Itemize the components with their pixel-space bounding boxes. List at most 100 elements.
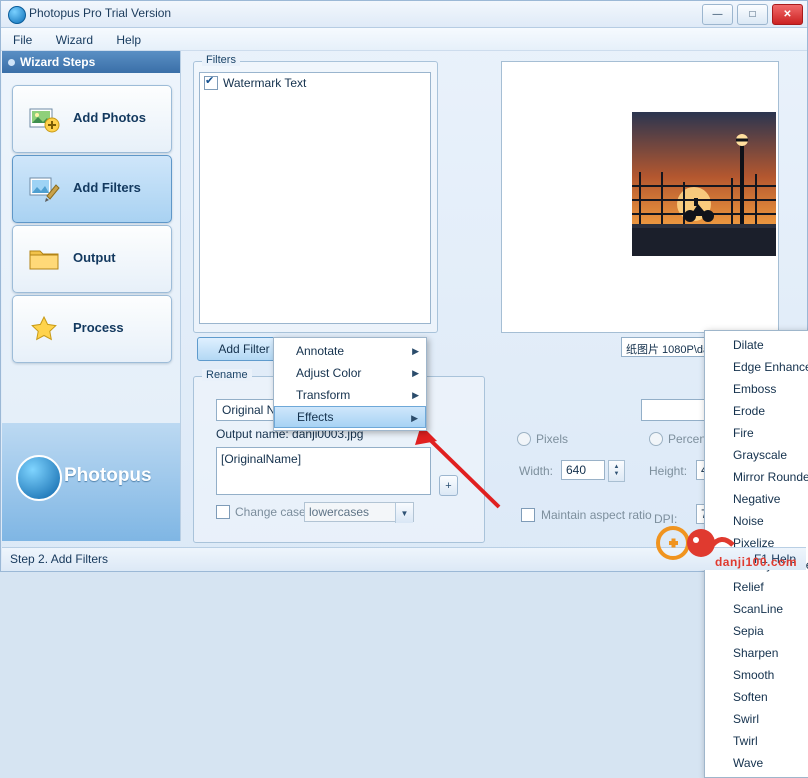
effects-item-edge-enhance[interactable]: Edge Enhance — [705, 356, 808, 378]
preview-panel — [501, 61, 779, 333]
menu-item-file[interactable]: File — [7, 31, 38, 49]
status-step-text: Step 2. Add Filters — [10, 552, 109, 566]
app-logo: Photopus — [2, 423, 180, 541]
effects-item-label: Relief — [733, 580, 764, 594]
effects-item-twirl[interactable]: Twirl — [705, 730, 808, 752]
sidebar-item-add-photos[interactable]: Add Photos — [12, 85, 172, 153]
effects-item-smooth[interactable]: Smooth — [705, 664, 808, 686]
context-item-label: Transform — [296, 388, 351, 402]
output-path-value: 纸图片 1080P\dan — [626, 344, 716, 356]
chevron-right-icon: ▶ — [412, 390, 419, 400]
menu-item-wizard[interactable]: Wizard — [50, 31, 99, 49]
context-item-transform[interactable]: Transform ▶ — [274, 384, 426, 406]
menu-item-help[interactable]: Help — [110, 31, 147, 49]
effects-item-scanline[interactable]: ScanLine — [705, 598, 808, 620]
effects-item-relief[interactable]: Relief — [705, 576, 808, 598]
chevron-right-icon: ▶ — [411, 413, 418, 423]
rename-pattern-input[interactable]: [OriginalName] — [216, 447, 431, 495]
effects-item-wave[interactable]: Wave ▶ — [705, 752, 808, 774]
effects-item-label: Erode — [733, 404, 766, 418]
folder-icon — [29, 250, 59, 270]
chevron-down-icon-cases[interactable]: ▼ — [395, 503, 413, 523]
rename-add-token-button[interactable]: + — [439, 475, 458, 496]
change-cases-checkbox-box — [216, 505, 230, 519]
width-input[interactable]: 640 — [561, 460, 605, 480]
chevron-right-icon: ▶ — [412, 368, 419, 378]
maintain-aspect-ratio-checkbox[interactable]: Maintain aspect ratio — [521, 508, 652, 522]
list-item[interactable]: Watermark Text — [200, 73, 430, 93]
close-button[interactable]: ✕ — [772, 4, 803, 25]
effects-item-label: Swirl — [733, 712, 759, 726]
effects-item-label: Fire — [733, 426, 754, 440]
context-item-label: Annotate — [296, 344, 345, 358]
wizard-header: Wizard Steps — [2, 51, 180, 73]
logo-text: Photopus — [64, 465, 152, 486]
window-buttons: — □ ✕ — [702, 4, 803, 25]
effects-item-label: Twirl — [733, 734, 758, 748]
logo-circle-icon — [16, 455, 62, 501]
sidebar-label-add-filters: Add Filters — [73, 180, 141, 195]
effects-item-label: Grayscale — [733, 448, 788, 462]
effects-item-soften[interactable]: Soften — [705, 686, 808, 708]
filters-legend: Filters — [202, 54, 240, 66]
effects-item-label: Negative — [733, 492, 781, 506]
effects-item-label: Dilate — [733, 338, 764, 352]
context-item-annotate[interactable]: Annotate ▶ — [274, 340, 426, 362]
change-cases-combo[interactable]: lowercases ▼ — [304, 502, 414, 523]
effects-item-label: Soften — [733, 690, 768, 704]
title-bar: Photopus Pro Trial Version — □ ✕ — [1, 1, 807, 28]
photos-icon — [29, 108, 60, 133]
window-title: Photopus Pro Trial Version — [29, 6, 172, 20]
context-item-effects[interactable]: Effects ▶ — [274, 406, 426, 428]
list-item-label: Watermark Text — [223, 76, 307, 90]
effects-item-erode[interactable]: Erode — [705, 400, 808, 422]
sidebar-item-add-filters[interactable]: Add Filters — [12, 155, 172, 223]
sidebar-item-process[interactable]: Process — [12, 295, 172, 363]
sidebar-item-output[interactable]: Output — [12, 225, 172, 293]
effects-item-sharpen[interactable]: Sharpen — [705, 642, 808, 664]
pixels-label: Pixels — [536, 432, 569, 446]
effects-item-label: Mirror Rounded — [733, 470, 808, 484]
effects-item-dilate[interactable]: Dilate — [705, 334, 808, 356]
effects-item-emboss[interactable]: Emboss — [705, 378, 808, 400]
context-item-label: Adjust Color — [296, 366, 362, 380]
effects-item-mirror-rounded[interactable]: Mirror Rounded — [705, 466, 808, 488]
effects-item-grayscale[interactable]: Grayscale — [705, 444, 808, 466]
effects-item-label: Sepia — [733, 624, 764, 638]
effects-item-swirl[interactable]: Swirl — [705, 708, 808, 730]
context-item-label: Effects — [297, 410, 334, 424]
filters-list[interactable]: Watermark Text — [199, 72, 431, 324]
sidebar-label-process: Process — [73, 320, 124, 335]
pixels-radio[interactable]: Pixels — [517, 432, 568, 446]
maintain-aspect-label: Maintain aspect ratio — [541, 508, 652, 522]
width-stepper[interactable]: ▲ ▼ — [608, 460, 625, 482]
effects-item-label: Smooth — [733, 668, 775, 682]
effects-item-fire[interactable]: Fire — [705, 422, 808, 444]
maintain-aspect-checkbox-box — [521, 508, 535, 522]
effects-item-label: Sharpen — [733, 646, 779, 660]
effects-item-label: Emboss — [733, 382, 777, 396]
effects-item-label: Edge Enhance — [733, 360, 808, 374]
chevron-right-icon: ▶ — [412, 346, 419, 356]
maximize-button[interactable]: □ — [737, 4, 768, 25]
effects-item-negative[interactable]: Negative — [705, 488, 808, 510]
filter-context-menu[interactable]: Annotate ▶ Adjust Color ▶ Transform ▶ Ef… — [273, 330, 808, 778]
sidebar-label-add-photos: Add Photos — [73, 110, 146, 125]
sidebar-label-output: Output — [73, 250, 116, 265]
effects-item-label: ScanLine — [733, 602, 784, 616]
filters-icon — [29, 177, 60, 202]
change-cases-value: lowercases — [309, 505, 370, 519]
application-window: Photopus Pro Trial Version — □ ✕ File Wi… — [0, 0, 808, 778]
context-item-adjust-color[interactable]: Adjust Color ▶ — [274, 362, 426, 384]
menu-bar: File Wizard Help — [1, 28, 807, 51]
width-label: Width: — [519, 464, 554, 478]
minimize-button[interactable]: — — [702, 4, 733, 25]
rename-legend: Rename — [202, 369, 252, 381]
site-watermark-text: danji100.com — [714, 555, 797, 569]
wizard-sidebar: Wizard Steps Add Photos Add Filters Outp… — [2, 51, 181, 541]
effects-item-sepia[interactable]: Sepia — [705, 620, 808, 642]
watermark-text-checkbox[interactable] — [204, 74, 218, 90]
height-label: Height: — [649, 464, 688, 478]
star-icon — [31, 315, 57, 341]
pixels-radio-dot — [517, 432, 531, 446]
